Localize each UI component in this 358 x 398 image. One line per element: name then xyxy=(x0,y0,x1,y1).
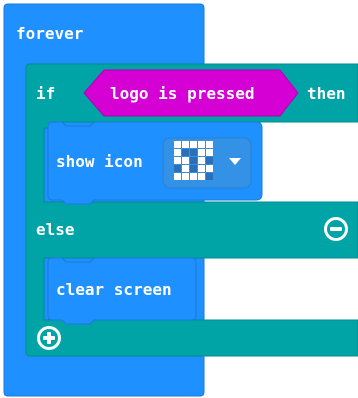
condition-label: logo is pressed xyxy=(110,84,255,103)
plus-circle-icon[interactable] xyxy=(37,326,61,350)
clear-screen-label: clear screen xyxy=(56,280,172,299)
forever-label: forever xyxy=(16,24,84,43)
then-label: then xyxy=(307,84,346,103)
show-icon-label: show icon xyxy=(56,152,143,171)
minus-circle-icon[interactable] xyxy=(324,217,348,241)
led-icon-preview xyxy=(174,141,213,180)
else-label: else xyxy=(36,220,75,239)
if-label: if xyxy=(36,84,56,103)
